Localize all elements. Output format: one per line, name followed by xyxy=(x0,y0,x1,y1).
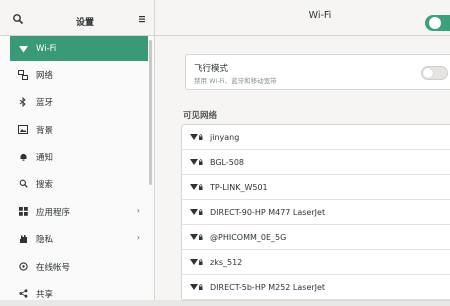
wifi-secure-icon xyxy=(190,158,204,166)
settings-window: 设置 Wi-Fi Wi-Fi 网络 蓝牙 背景 通知 搜索 应用程序 › 隐私 … xyxy=(0,0,450,301)
airplane-mode-toggle[interactable] xyxy=(421,66,448,80)
hamburger-menu-icon xyxy=(139,16,145,23)
wifi-icon xyxy=(18,44,28,54)
sidebar-scrollbar[interactable] xyxy=(149,40,152,185)
network-row[interactable]: BGL-508 xyxy=(182,150,450,175)
visible-networks-heading: 可见网络 xyxy=(183,111,218,121)
share-icon xyxy=(18,289,28,299)
network-name: @PHICOMM_0E_5G xyxy=(210,232,287,242)
network-name: BGL-508 xyxy=(210,157,245,167)
sidebar-title: 设置 xyxy=(75,18,94,28)
sidebar-item-online-accounts[interactable]: 在线帐号 xyxy=(10,254,148,279)
sidebar-item-bluetooth[interactable]: 蓝牙 xyxy=(10,89,148,114)
sidebar-item-privacy[interactable]: 隐私 › xyxy=(10,226,148,251)
sidebar-item-background[interactable]: 背景 xyxy=(10,117,148,142)
airplane-mode-title: 飞行模式 xyxy=(194,64,229,74)
wifi-secure-icon xyxy=(190,133,204,141)
apps-icon xyxy=(18,207,28,217)
network-name: DIRECT-5b-HP M252 LaserJet xyxy=(210,282,326,292)
sidebar-item-sharing[interactable]: 共享 xyxy=(10,281,148,306)
sidebar-item-network[interactable]: 网络 xyxy=(10,62,148,87)
sidebar-header: 设置 xyxy=(0,0,155,36)
network-row[interactable]: jinyang xyxy=(182,125,450,150)
wifi-secure-icon xyxy=(190,183,204,191)
chevron-right-icon: › xyxy=(136,206,140,215)
bluetooth-icon xyxy=(18,96,28,107)
wifi-secure-icon xyxy=(190,283,204,291)
wifi-secure-icon xyxy=(190,208,204,216)
network-icon xyxy=(18,69,28,80)
sidebar-item-label: 搜索 xyxy=(36,179,54,190)
airplane-mode-card: 飞行模式 禁用 Wi-Fi、蓝牙和移动宽带 xyxy=(185,54,450,90)
header-bar: 设置 Wi-Fi xyxy=(0,0,450,36)
page-title: Wi-Fi xyxy=(308,10,332,21)
sidebar-item-label: 背景 xyxy=(36,125,54,136)
menu-button[interactable] xyxy=(136,13,148,25)
sidebar: Wi-Fi 网络 蓝牙 背景 通知 搜索 应用程序 › 隐私 › 在线帐号 共享 xyxy=(0,36,155,300)
sidebar-item-label: Wi-Fi xyxy=(36,43,57,54)
sidebar-item-label: 在线帐号 xyxy=(36,262,71,273)
sidebar-item-wifi[interactable]: Wi-Fi xyxy=(10,36,148,61)
online-accounts-icon xyxy=(18,262,28,272)
airplane-toggle-knob xyxy=(423,68,433,78)
sidebar-item-label: 蓝牙 xyxy=(36,97,54,108)
network-row[interactable]: DIRECT-90-HP M477 LaserJet xyxy=(182,200,450,225)
sidebar-item-search[interactable]: 搜索 xyxy=(10,171,148,196)
sidebar-item-label: 隐私 xyxy=(36,234,54,245)
background-icon xyxy=(18,125,28,135)
network-row[interactable]: @PHICOMM_0E_5G xyxy=(182,225,450,250)
airplane-mode-description: 禁用 Wi-Fi、蓝牙和移动宽带 xyxy=(194,77,277,85)
network-name: TP-LINK_W501 xyxy=(210,182,268,192)
search-icon xyxy=(18,179,28,189)
network-row[interactable]: DIRECT-5b-HP M252 LaserJet xyxy=(182,275,450,300)
hand-icon xyxy=(18,234,28,244)
sidebar-item-label: 应用程序 xyxy=(36,207,71,218)
network-name: zks_512 xyxy=(210,257,243,267)
network-row[interactable]: zks_512 xyxy=(182,250,450,275)
search-icon xyxy=(13,14,24,25)
wifi-toggle[interactable] xyxy=(425,15,450,31)
bell-icon xyxy=(18,152,28,162)
network-name: DIRECT-90-HP M477 LaserJet xyxy=(210,207,326,217)
chevron-right-icon: › xyxy=(136,233,140,242)
network-list: jinyang BGL-508 TP-LINK_W501 DIRECT-90-H… xyxy=(181,124,450,301)
network-name: jinyang xyxy=(210,132,240,142)
sidebar-item-label: 共享 xyxy=(36,289,54,300)
sidebar-item-applications[interactable]: 应用程序 › xyxy=(10,199,148,224)
wifi-panel: 飞行模式 禁用 Wi-Fi、蓝牙和移动宽带 可见网络 jinyang BGL-5… xyxy=(156,37,450,301)
sidebar-item-label: 网络 xyxy=(36,70,54,81)
search-button[interactable] xyxy=(12,13,24,25)
network-row[interactable]: TP-LINK_W501 xyxy=(182,175,450,200)
wifi-toggle-knob xyxy=(429,17,441,29)
sidebar-item-label: 通知 xyxy=(36,152,54,163)
wifi-secure-icon xyxy=(190,233,204,241)
sidebar-item-notifications[interactable]: 通知 xyxy=(10,144,148,169)
wifi-secure-icon xyxy=(190,258,204,266)
